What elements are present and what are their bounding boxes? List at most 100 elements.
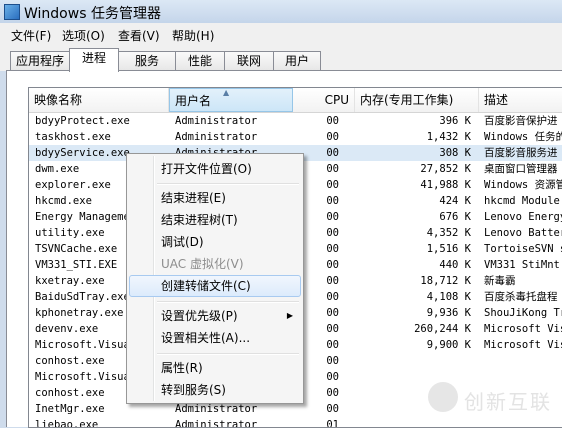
tab-users[interactable]: 用户 bbox=[273, 51, 321, 71]
tab-performance[interactable]: 性能 bbox=[175, 51, 225, 71]
process-desc: hkcmd Module bbox=[484, 195, 560, 207]
col-image-name[interactable]: 映像名称 bbox=[29, 88, 169, 112]
submenu-arrow-icon: ▶ bbox=[286, 311, 293, 320]
process-user: Administrator bbox=[175, 419, 258, 428]
process-cpu: 01 bbox=[326, 419, 339, 428]
process-name: liebao.exe bbox=[35, 419, 99, 428]
watermark-logo-icon bbox=[428, 382, 458, 412]
menu-view[interactable]: 查看(V) bbox=[118, 27, 160, 44]
menu-end-process-tree[interactable]: 结束进程树(T) bbox=[129, 209, 301, 231]
col-cpu[interactable]: CPU bbox=[293, 88, 355, 112]
process-mem: 396 K bbox=[439, 115, 471, 127]
process-desc: Lenovo Batter bbox=[484, 227, 562, 239]
process-row[interactable]: bdyyProtect.exe Administrator 00 396 K 百度影音保… bbox=[29, 113, 562, 129]
column-header: 映像名称 ▲ 用户名 CPU 内存(专用工作集) 描述 bbox=[29, 88, 562, 113]
process-cpu: 00 bbox=[326, 291, 339, 303]
process-desc: TortoiseSVN s bbox=[484, 243, 562, 255]
process-cpu: 00 bbox=[326, 259, 339, 271]
process-cpu: 00 bbox=[326, 371, 339, 383]
process-user: Administrator bbox=[175, 131, 258, 143]
tab-processes[interactable]: 进程 bbox=[69, 48, 119, 72]
process-cpu: 00 bbox=[326, 147, 339, 159]
tab-bar: 应用程序 进程 服务 性能 联网 用户 bbox=[0, 46, 562, 72]
menu-open-file-location[interactable]: 打开文件位置(O) bbox=[129, 158, 301, 180]
process-cpu: 00 bbox=[326, 179, 339, 191]
watermark: 创新互联 bbox=[424, 380, 562, 416]
menu-end-process[interactable]: 结束进程(E) bbox=[129, 187, 301, 209]
process-desc: VM331 StiMnt bbox=[484, 259, 560, 271]
col-user-name-label: 用户名 bbox=[175, 94, 212, 108]
process-mem: 260,244 K bbox=[414, 323, 471, 335]
process-desc: Windows 任务的 bbox=[484, 131, 562, 143]
col-memory[interactable]: 内存(专用工作集) bbox=[355, 88, 479, 112]
process-desc: Microsoft Vis bbox=[484, 339, 562, 351]
process-desc: 百度影音保护进 bbox=[484, 115, 558, 127]
process-cpu: 00 bbox=[326, 211, 339, 223]
menu-options[interactable]: 选项(O) bbox=[62, 27, 105, 44]
process-desc bbox=[484, 417, 562, 427]
menu-separator bbox=[157, 301, 299, 303]
sort-ascending-icon: ▲ bbox=[223, 88, 230, 97]
title-bar: Windows 任务管理器 bbox=[0, 0, 562, 23]
process-cpu: 00 bbox=[326, 163, 339, 175]
process-desc bbox=[484, 353, 562, 369]
task-manager-icon bbox=[4, 4, 20, 20]
menu-go-to-service[interactable]: 转到服务(S) bbox=[129, 379, 301, 401]
tab-applications[interactable]: 应用程序 bbox=[10, 51, 70, 71]
menu-set-priority[interactable]: 设置优先级(P) ▶ bbox=[129, 305, 301, 327]
process-mem: 1,432 K bbox=[426, 131, 471, 143]
process-cpu: 00 bbox=[326, 115, 339, 127]
process-mem: 9,900 K bbox=[426, 339, 471, 351]
process-cpu: 00 bbox=[326, 195, 339, 207]
process-mem: 27,852 K bbox=[420, 163, 471, 175]
process-cpu: 00 bbox=[326, 387, 339, 399]
watermark-text: 创新互联 bbox=[464, 390, 552, 414]
process-mem bbox=[369, 353, 471, 369]
menu-set-priority-label: 设置优先级(P) bbox=[161, 309, 238, 323]
process-cpu: 00 bbox=[326, 307, 339, 319]
process-mem: 424 K bbox=[439, 195, 471, 207]
menu-separator bbox=[157, 183, 299, 185]
col-user-name[interactable]: ▲ 用户名 bbox=[169, 88, 293, 112]
menu-bar: 文件(F) 选项(O) 查看(V) 帮助(H) bbox=[0, 23, 562, 46]
menu-properties[interactable]: 属性(R) bbox=[129, 357, 301, 379]
process-mem: 676 K bbox=[439, 211, 471, 223]
process-mem: 440 K bbox=[439, 259, 471, 271]
process-mem: 9,936 K bbox=[426, 307, 471, 319]
process-cpu: 00 bbox=[326, 227, 339, 239]
process-mem: 41,988 K bbox=[420, 179, 471, 191]
menu-uac-virtualization: UAC 虚拟化(V) bbox=[161, 257, 244, 271]
menu-set-affinity[interactable]: 设置相关性(A)... bbox=[129, 327, 301, 349]
process-cpu: 00 bbox=[326, 355, 339, 367]
process-mem: 1,516 K bbox=[426, 243, 471, 255]
process-mem: 4,108 K bbox=[426, 291, 471, 303]
process-desc: 百度杀毒托盘程 bbox=[484, 291, 558, 303]
context-menu: 打开文件位置(O) 结束进程(E) 结束进程树(T) 调试(D) UAC 虚拟化… bbox=[126, 153, 304, 404]
window-title: Windows 任务管理器 bbox=[24, 6, 161, 22]
process-desc: Windows 资源管 bbox=[484, 179, 562, 191]
process-mem: 308 K bbox=[439, 147, 471, 159]
menu-separator bbox=[157, 353, 299, 355]
menu-file[interactable]: 文件(F) bbox=[11, 27, 51, 44]
process-mem: 4,352 K bbox=[426, 227, 471, 239]
process-desc: 新毒霸 bbox=[484, 275, 516, 287]
tab-networking[interactable]: 联网 bbox=[224, 51, 274, 71]
process-desc: 桌面窗口管理器 bbox=[484, 163, 558, 175]
col-description[interactable]: 描述 bbox=[479, 88, 562, 112]
process-desc: Microsoft Vis bbox=[484, 323, 562, 335]
menu-create-dump-file[interactable]: 创建转储文件(C) bbox=[129, 275, 301, 297]
process-mem: 18,712 K bbox=[420, 275, 471, 287]
process-desc: 百度影音服务进 bbox=[484, 147, 558, 159]
tab-services[interactable]: 服务 bbox=[118, 51, 176, 71]
process-row[interactable]: liebao.exe Administrator 01 bbox=[29, 417, 562, 428]
process-cpu: 00 bbox=[326, 323, 339, 335]
process-mem bbox=[369, 417, 471, 427]
menu-debug[interactable]: 调试(D) bbox=[129, 231, 301, 253]
process-desc: ShouJiKong Tr bbox=[484, 307, 562, 319]
process-cpu: 00 bbox=[326, 131, 339, 143]
process-user: Administrator bbox=[175, 115, 258, 127]
menu-help[interactable]: 帮助(H) bbox=[172, 27, 214, 44]
process-name: bdyyProtect.exe bbox=[35, 115, 130, 127]
process-row[interactable]: taskhost.exe Administrator 00 1,432 K Window… bbox=[29, 129, 562, 145]
process-cpu: 00 bbox=[326, 339, 339, 351]
